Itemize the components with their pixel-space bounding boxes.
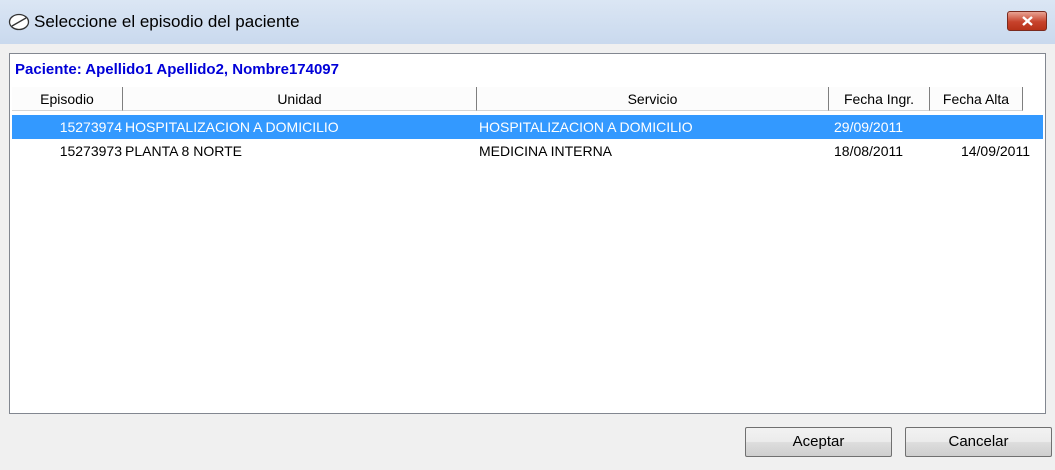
- episode-dialog: Seleccione el episodio del paciente Paci…: [0, 0, 1055, 470]
- column-header-fecha-ingr[interactable]: Fecha Ingr.: [829, 87, 930, 111]
- cell-episodio: 15273973: [59, 143, 122, 159]
- column-header-fecha-alta[interactable]: Fecha Alta: [930, 87, 1023, 111]
- column-header-unidad[interactable]: Unidad: [123, 87, 477, 111]
- table-row[interactable]: 15273974 HOSPITALIZACION A DOMICILIO HOS…: [12, 115, 1043, 139]
- close-button[interactable]: [1007, 11, 1047, 31]
- episode-table: Episodio Unidad Servicio Fecha Ingr. Fec…: [12, 87, 1043, 411]
- accept-button[interactable]: Aceptar: [745, 427, 892, 457]
- title-bar[interactable]: Seleccione el episodio del paciente: [0, 0, 1055, 44]
- close-icon: [1022, 16, 1033, 26]
- cell-servicio: MEDICINA INTERNA: [479, 143, 613, 159]
- cell-servicio: HOSPITALIZACION A DOMICILIO: [479, 119, 693, 135]
- episode-panel: Paciente: Apellido1 Apellido2, Nombre174…: [9, 53, 1046, 414]
- column-header-episodio[interactable]: Episodio: [12, 87, 123, 111]
- cell-fecha-ingr: 29/09/2011: [834, 119, 904, 135]
- column-header-servicio[interactable]: Servicio: [477, 87, 829, 111]
- table-header: Episodio Unidad Servicio Fecha Ingr. Fec…: [12, 87, 1043, 112]
- window-title: Seleccione el episodio del paciente: [34, 12, 300, 31]
- pill-icon: [8, 13, 30, 31]
- cell-fecha-ingr: 18/08/2011: [834, 143, 904, 159]
- patient-label: Paciente: Apellido1 Apellido2, Nombre174…: [15, 61, 339, 78]
- cell-episodio: 15273974: [59, 119, 122, 135]
- cancel-button[interactable]: Cancelar: [905, 427, 1052, 457]
- cell-unidad: PLANTA 8 NORTE: [125, 143, 242, 159]
- cell-fecha-alta: 14/09/2011: [960, 143, 1030, 159]
- cell-unidad: HOSPITALIZACION A DOMICILIO: [125, 119, 339, 135]
- table-row[interactable]: 15273973 PLANTA 8 NORTE MEDICINA INTERNA…: [12, 139, 1043, 163]
